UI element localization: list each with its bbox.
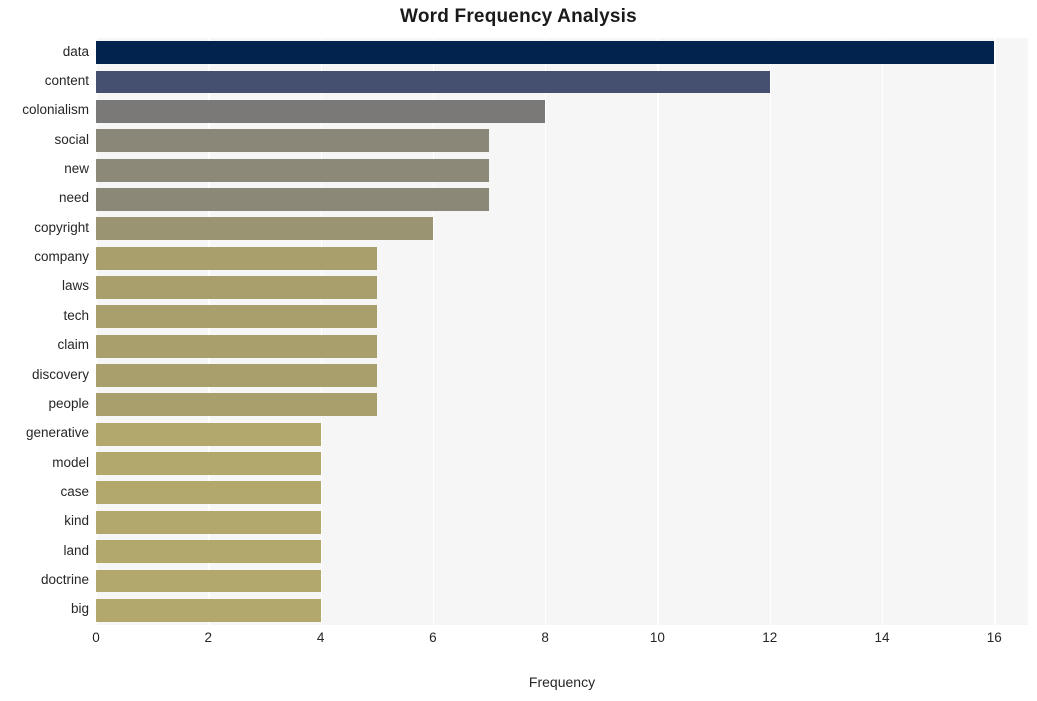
y-tick-label-social: social	[54, 131, 89, 147]
y-tick-label-people: people	[48, 395, 89, 411]
bar-claim	[96, 334, 377, 358]
y-tick-label-new: new	[64, 161, 89, 177]
plot-area	[96, 38, 1028, 625]
bar-tech	[96, 305, 377, 329]
y-tick-label-model: model	[52, 454, 89, 470]
bar-row	[96, 41, 1028, 65]
bar-colonialism	[96, 99, 546, 123]
x-tick-label-2: 2	[204, 630, 213, 645]
y-tick-label-colonialism: colonialism	[22, 102, 89, 118]
bar-case	[96, 481, 321, 505]
y-tick-label-discovery: discovery	[31, 366, 89, 382]
bar-row	[96, 569, 1028, 593]
x-tick-label-8: 8	[541, 630, 549, 645]
y-tick-label-laws: laws	[61, 278, 89, 294]
y-tick-label-case: case	[60, 483, 89, 499]
bar-new	[96, 158, 489, 182]
bar-big	[96, 598, 321, 622]
bar-row	[96, 246, 1028, 270]
chart-title: Word Frequency Analysis	[400, 6, 637, 27]
y-tick-label-claim: claim	[57, 337, 89, 353]
bar-row	[96, 481, 1028, 505]
bar-need	[96, 187, 489, 211]
bar-content	[96, 70, 770, 94]
bar-social	[96, 129, 489, 153]
chart-figure: Word Frequency Analysis data content colon…	[0, 0, 1037, 701]
y-tick-label-big: big	[70, 601, 89, 617]
x-axis-title: Frequency	[528, 674, 596, 690]
x-tick-label-4: 4	[316, 630, 325, 645]
y-tick-label-generative: generative	[25, 425, 89, 441]
bar-row	[96, 598, 1028, 622]
bar-row	[96, 540, 1028, 564]
y-tick-label-land: land	[63, 542, 89, 558]
x-tick-label-12: 12	[762, 630, 778, 645]
bar-row	[96, 510, 1028, 534]
bar-series	[96, 38, 1028, 625]
y-tick-label-doctrine: doctrine	[40, 571, 89, 587]
x-axis-tick-labels: 0 2 4 6 8 10 12 14 16	[0, 630, 1037, 654]
bar-row	[96, 129, 1028, 153]
bar-model	[96, 452, 321, 476]
bar-row	[96, 364, 1028, 387]
bar-company	[96, 246, 377, 270]
y-tick-label-copyright: copyright	[34, 219, 89, 235]
bar-row	[96, 276, 1028, 299]
bar-copyright	[96, 217, 433, 241]
y-tick-label-data: data	[62, 43, 89, 59]
y-tick-label-content: content	[44, 73, 89, 89]
bar-row	[96, 99, 1028, 123]
bar-kind	[96, 510, 321, 534]
x-tick-label-0: 0	[92, 630, 100, 645]
bar-row	[96, 334, 1028, 358]
x-tick-label-6: 6	[429, 630, 437, 645]
bar-people	[96, 393, 377, 417]
x-tick-label-16: 16	[986, 630, 1002, 645]
bar-row	[96, 393, 1028, 417]
y-tick-label-company: company	[34, 249, 89, 265]
y-tick-label-kind: kind	[64, 513, 89, 529]
bar-doctrine	[96, 569, 321, 593]
bar-laws	[96, 276, 377, 299]
bar-row	[96, 305, 1028, 329]
bar-row	[96, 452, 1028, 476]
bar-generative	[96, 422, 321, 446]
bar-row	[96, 217, 1028, 241]
bar-data	[96, 41, 995, 65]
bar-land	[96, 540, 321, 564]
y-tick-label-tech: tech	[63, 307, 89, 323]
x-tick-label-14: 14	[874, 630, 890, 645]
bar-discovery	[96, 364, 377, 387]
bar-row	[96, 187, 1028, 211]
y-axis-tick-labels: data content colonialism social new need copyr…	[0, 38, 89, 625]
x-tick-label-10: 10	[649, 630, 665, 645]
y-tick-label-need: need	[58, 190, 89, 206]
bar-row	[96, 158, 1028, 182]
bar-row	[96, 422, 1028, 446]
bar-row	[96, 70, 1028, 94]
